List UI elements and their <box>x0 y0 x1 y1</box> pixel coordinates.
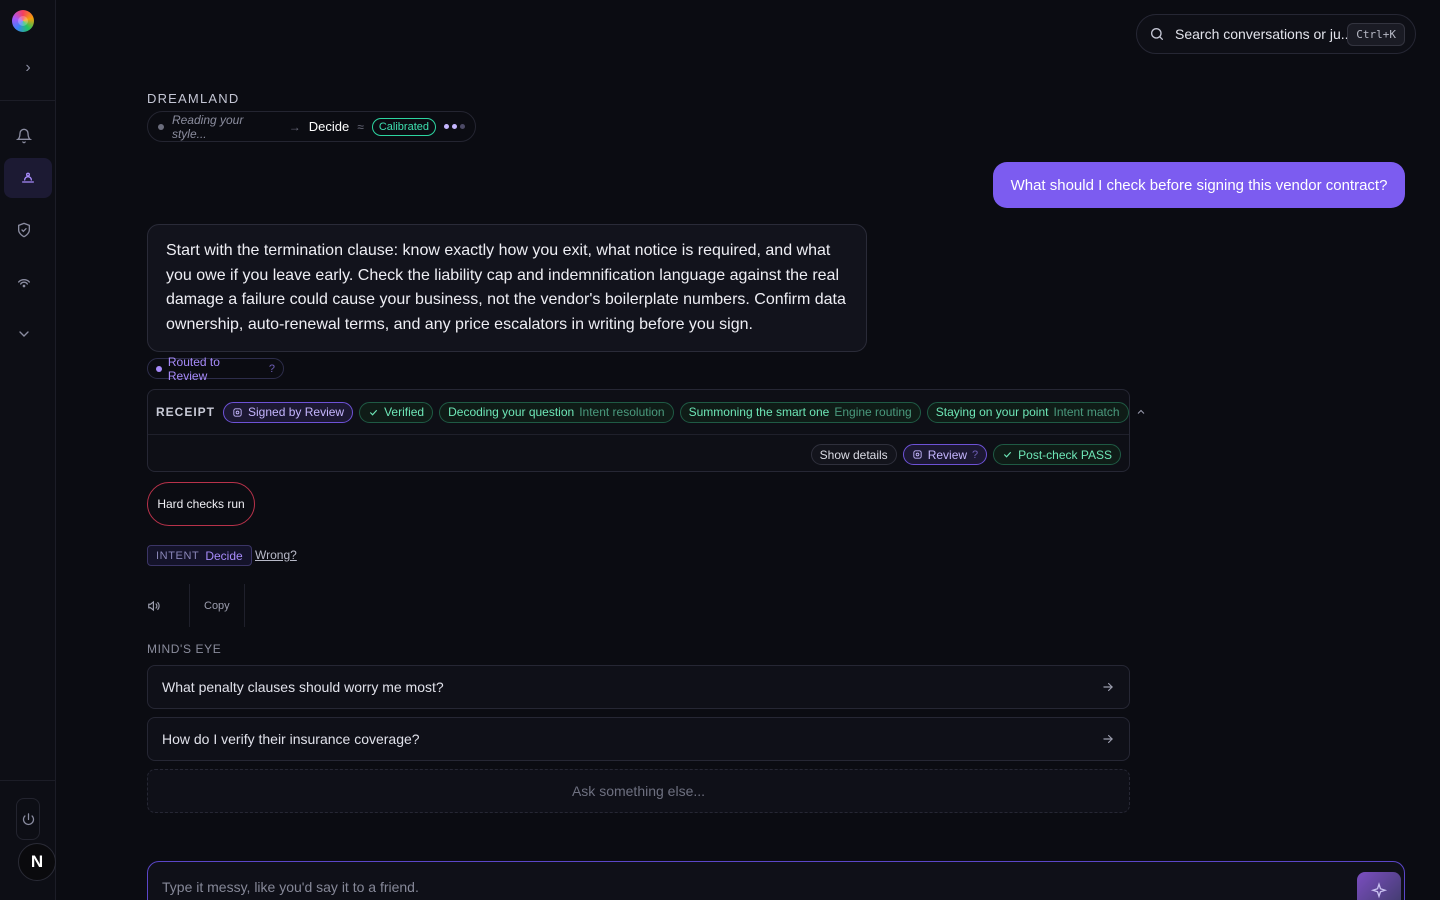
minds-eye-title: MIND'S EYE <box>147 642 222 656</box>
step-name: Decoding your question <box>448 405 575 419</box>
message-input[interactable] <box>162 879 1062 895</box>
postcheck-label: Post-check PASS <box>1018 447 1112 462</box>
arrow-icon: → <box>288 119 301 134</box>
sidebar: › N <box>0 0 56 900</box>
suggestion-item[interactable]: How do I verify their insurance coverage… <box>147 717 1130 761</box>
more-dots-icon[interactable] <box>444 124 465 129</box>
divider <box>148 434 1129 435</box>
pipeline-status: Reading your style... → Decide ≈ Calibra… <box>147 111 476 142</box>
chevron-down-icon[interactable] <box>12 322 36 346</box>
verified-label: Verified <box>384 405 425 419</box>
message-actions: Copy <box>147 584 245 627</box>
power-icon[interactable] <box>16 798 40 840</box>
review-badge[interactable]: Review ? <box>902 444 988 465</box>
step-chip: Summoning the smart one Engine routing <box>679 401 921 423</box>
signal-icon[interactable] <box>12 270 36 294</box>
bot-icon[interactable] <box>4 158 52 198</box>
suggestion-item[interactable]: What penalty clauses should worry me mos… <box>147 665 1130 709</box>
receipt-label: RECEIPT <box>156 405 216 419</box>
sparkle-icon <box>1370 882 1388 899</box>
sidebar-divider-bottom <box>0 780 55 781</box>
seal-icon <box>233 407 242 417</box>
wrong-intent-link[interactable]: Wrong? <box>255 548 297 562</box>
avatar[interactable]: N <box>18 843 56 881</box>
pipeline-mode: Decide <box>308 119 350 134</box>
search-box[interactable]: Ctrl+K <box>1136 14 1416 54</box>
chevron-up-icon[interactable] <box>1135 403 1147 421</box>
step-sub: Engine routing <box>834 405 912 419</box>
intent-value: Decide <box>205 548 243 563</box>
help-icon[interactable]: ? <box>972 449 978 461</box>
verified-badge: Verified <box>359 401 434 423</box>
signed-label: Signed by Review <box>248 405 345 419</box>
check-icon <box>1004 451 1012 458</box>
intent-key: INTENT <box>156 549 200 562</box>
step-name: Summoning the smart one <box>688 405 830 419</box>
shield-icon[interactable] <box>12 218 36 242</box>
receipt-panel: RECEIPT Signed by Review Verified Decodi… <box>147 389 1144 472</box>
intent-badge: INTENT Decide <box>147 545 252 566</box>
calibrated-badge: Calibrated <box>371 117 436 136</box>
arrow-right-icon <box>1103 682 1113 692</box>
search-input[interactable] <box>1175 26 1348 42</box>
bell-icon[interactable] <box>12 124 36 148</box>
routed-label: Routed to Review <box>167 354 220 383</box>
speaker-icon[interactable] <box>147 584 190 627</box>
step-name: Staying on your point <box>935 405 1049 419</box>
arrow-right-icon <box>1103 734 1113 744</box>
signed-badge: Signed by Review <box>223 401 354 423</box>
approx-icon: ≈ <box>357 119 364 134</box>
composer <box>147 861 1405 900</box>
sidebar-divider <box>0 100 55 101</box>
brand-title: DREAMLAND <box>147 91 240 106</box>
show-details-button[interactable]: Show details <box>810 444 897 465</box>
step-chip: Staying on your point Intent match <box>926 401 1129 423</box>
review-label: Review <box>927 447 968 462</box>
pipeline-reading: Reading your style... <box>171 112 244 141</box>
expand-sidebar-icon[interactable]: › <box>18 58 38 78</box>
suggestion-text: What penalty clauses should worry me mos… <box>162 679 444 695</box>
shortcut-badge: Ctrl+K <box>1347 22 1405 46</box>
ask-something-else-button[interactable]: Ask something else... <box>147 769 1130 813</box>
step-sub: Intent match <box>1053 405 1120 419</box>
search-icon <box>1151 28 1163 40</box>
copy-button[interactable]: Copy <box>190 584 245 627</box>
hard-checks-button[interactable]: Hard checks run <box>147 482 255 526</box>
suggestion-text: How do I verify their insurance coverage… <box>162 731 420 747</box>
postcheck-badge: Post-check PASS <box>993 444 1121 465</box>
step-chip: Decoding your question Intent resolution <box>439 401 674 423</box>
status-dot <box>156 365 162 372</box>
help-icon[interactable]: ? <box>269 363 275 375</box>
routed-badge[interactable]: Routed to Review ? <box>147 355 284 383</box>
seal-icon <box>913 450 922 459</box>
app-logo[interactable] <box>12 10 34 32</box>
status-dot <box>158 123 164 130</box>
check-icon <box>369 409 378 416</box>
step-sub: Intent resolution <box>579 405 665 419</box>
send-button[interactable] <box>1357 872 1401 900</box>
assistant-message: Start with the termination clause: know … <box>147 224 867 352</box>
user-message: What should I check before signing this … <box>993 162 1405 208</box>
